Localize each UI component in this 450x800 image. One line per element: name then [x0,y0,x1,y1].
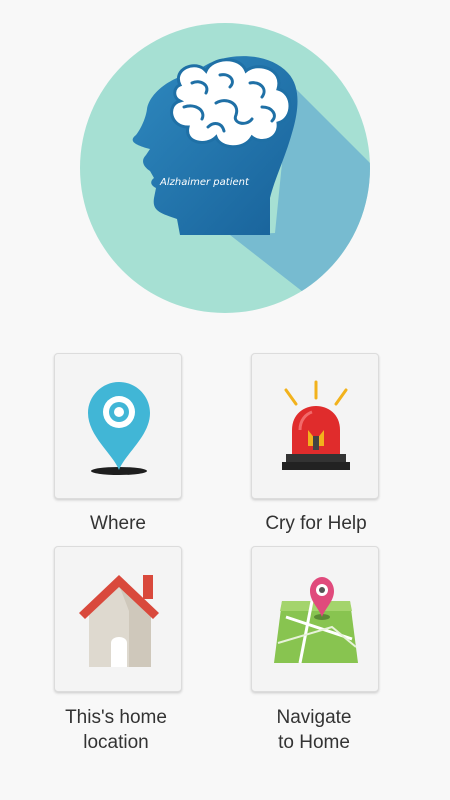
where-button[interactable] [54,353,182,499]
siren-icon [282,380,350,470]
cry-for-help-label: Cry for Help [265,513,367,534]
home-location-label: This's home location [65,707,167,753]
hero-illustration: Alzhaimer patient [80,23,370,313]
home-location-button[interactable] [54,546,182,692]
house-icon [79,575,159,667]
map-pin-icon [88,382,150,475]
map-navigate-icon [274,577,358,664]
where-label: Where [90,513,146,534]
cry-for-help-button[interactable] [251,353,379,499]
hero-caption: Alzhaimer patient [159,177,250,188]
navigate-to-home-label: Navigate to Home [276,707,352,753]
navigate-to-home-button[interactable] [251,546,379,692]
